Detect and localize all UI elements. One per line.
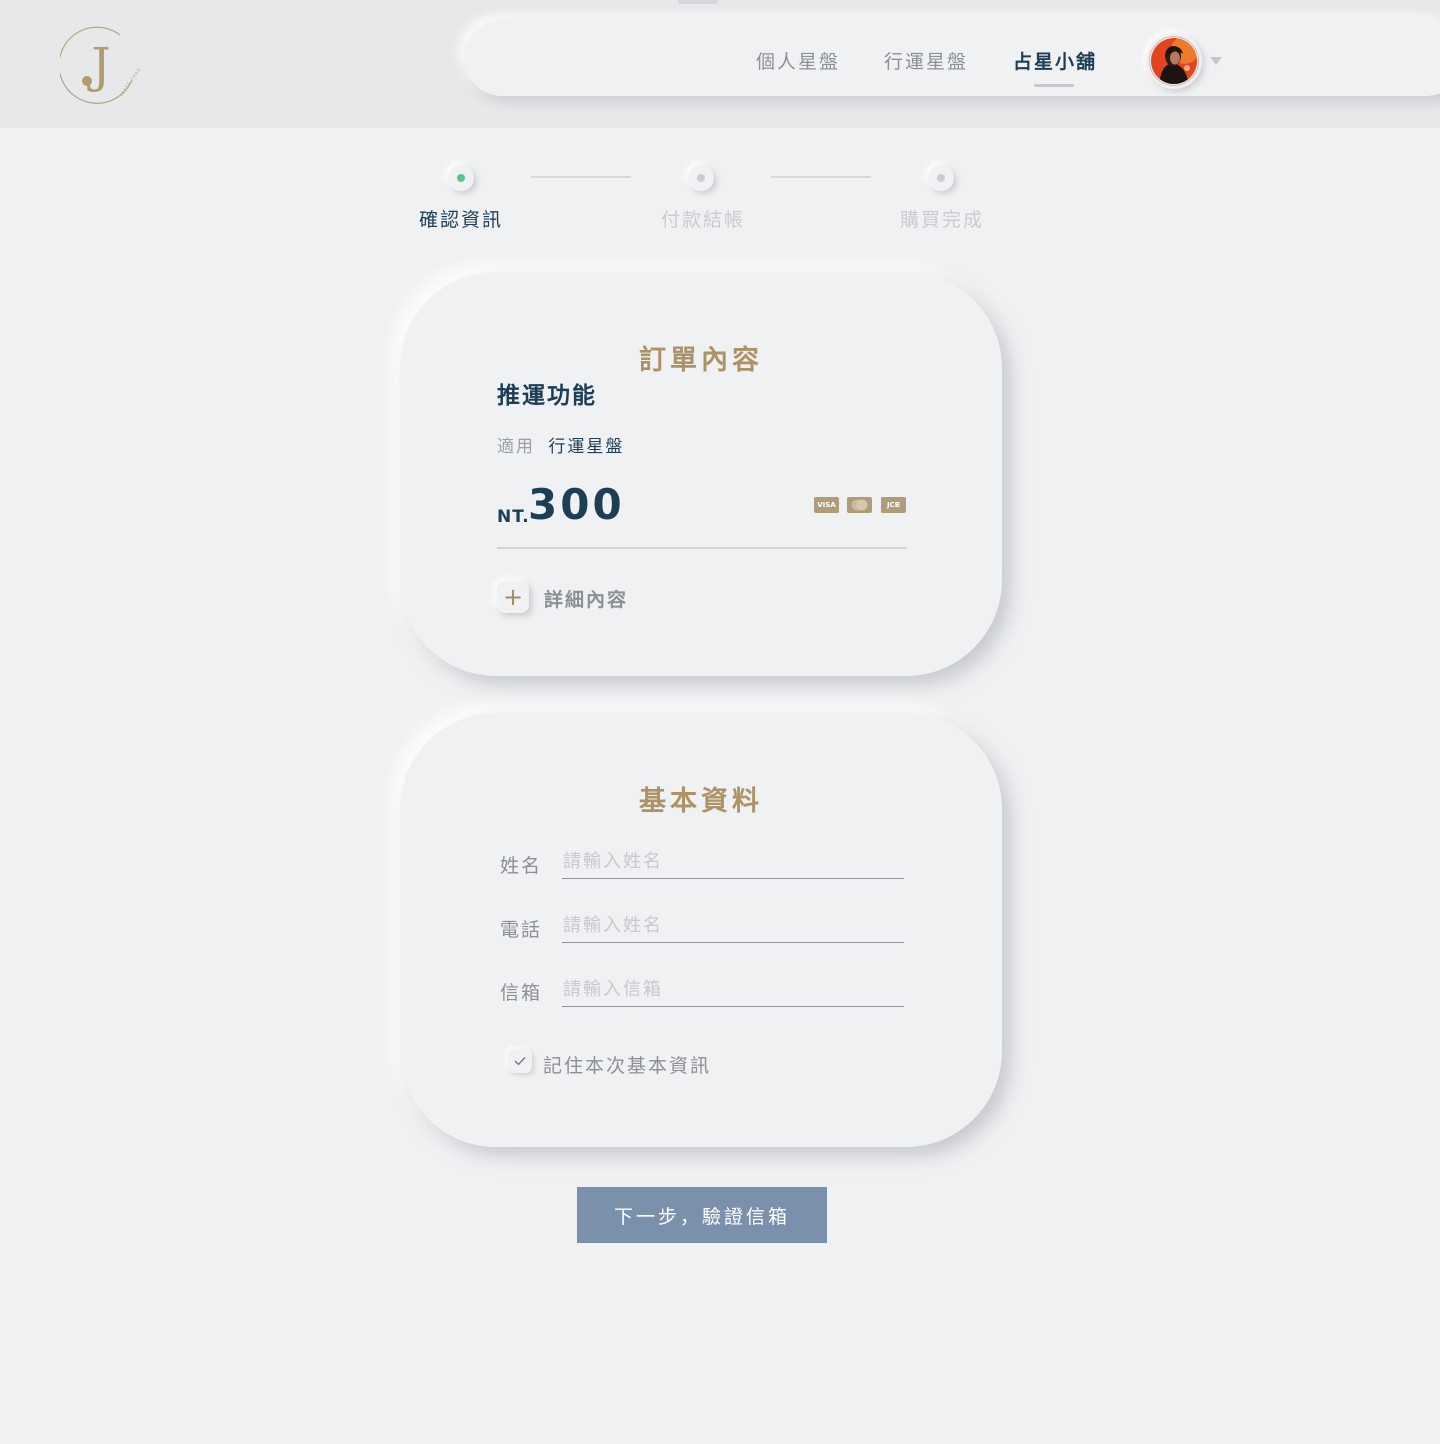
step-label-confirm: 確認資訊 (419, 209, 504, 231)
top-handle (678, 0, 718, 4)
order-title: 訂單內容 (639, 345, 763, 376)
phone-input[interactable] (562, 909, 904, 943)
email-input[interactable] (562, 973, 904, 1007)
nav-item-transit-chart[interactable]: 行運星盤 (884, 47, 968, 74)
jcb-icon: JCB (881, 497, 906, 513)
step-dot-complete (928, 165, 954, 191)
phone-label: 電話 (500, 919, 543, 941)
logo-mark: J JESSE TANG (58, 26, 142, 104)
nav-active-indicator (1034, 84, 1074, 87)
plus-icon: + (502, 583, 524, 611)
caret-down-icon[interactable] (1210, 57, 1222, 65)
price-currency: NT. (497, 507, 530, 527)
nav-item-astro-shop[interactable]: 占星小舖 (1013, 47, 1097, 74)
avatar (1151, 38, 1197, 84)
step-dot-confirm (448, 165, 474, 191)
visa-icon: VISA (814, 497, 839, 513)
nav-item-personal-chart[interactable]: 個人星盤 (756, 47, 840, 74)
next-step-button[interactable]: 下一步，驗證信箱 (577, 1187, 827, 1243)
step-label-payment: 付款結帳 (661, 209, 746, 231)
name-label: 姓名 (500, 855, 543, 877)
user-avatar-button[interactable] (1146, 33, 1202, 89)
basic-info-card: 基本資料 姓名 電話 信箱 記住本次基本資訊 (400, 713, 1002, 1147)
basic-info-title: 基本資料 (639, 786, 763, 817)
expand-details-button[interactable]: + (497, 581, 529, 613)
check-icon (514, 1057, 526, 1066)
product-name: 推運功能 (497, 383, 597, 409)
step-connector (531, 176, 631, 178)
logo-letter: J (86, 38, 110, 94)
mastercard-icon (847, 497, 872, 513)
email-label: 信箱 (500, 982, 543, 1004)
name-input[interactable] (562, 845, 904, 879)
details-label[interactable]: 詳細內容 (544, 585, 628, 612)
remember-checkbox[interactable] (508, 1049, 532, 1073)
price-amount: 300 (528, 480, 625, 529)
applies-value: 行運星盤 (548, 437, 625, 457)
step-dot-payment (688, 165, 714, 191)
step-connector (771, 176, 871, 178)
applies-row: 適用 行運星盤 (497, 432, 624, 457)
order-card: 訂單內容 推運功能 適用 行運星盤 NT. 300 VISA JCB + 詳細內… (400, 272, 1002, 676)
price-divider (497, 547, 907, 549)
applies-label: 適用 (497, 437, 535, 457)
brand-logo[interactable]: J JESSE TANG (58, 24, 142, 106)
step-label-complete: 購買完成 (900, 209, 985, 231)
logo-text: JESSE TANG (118, 66, 142, 97)
remember-label[interactable]: 記住本次基本資訊 (543, 1051, 711, 1078)
